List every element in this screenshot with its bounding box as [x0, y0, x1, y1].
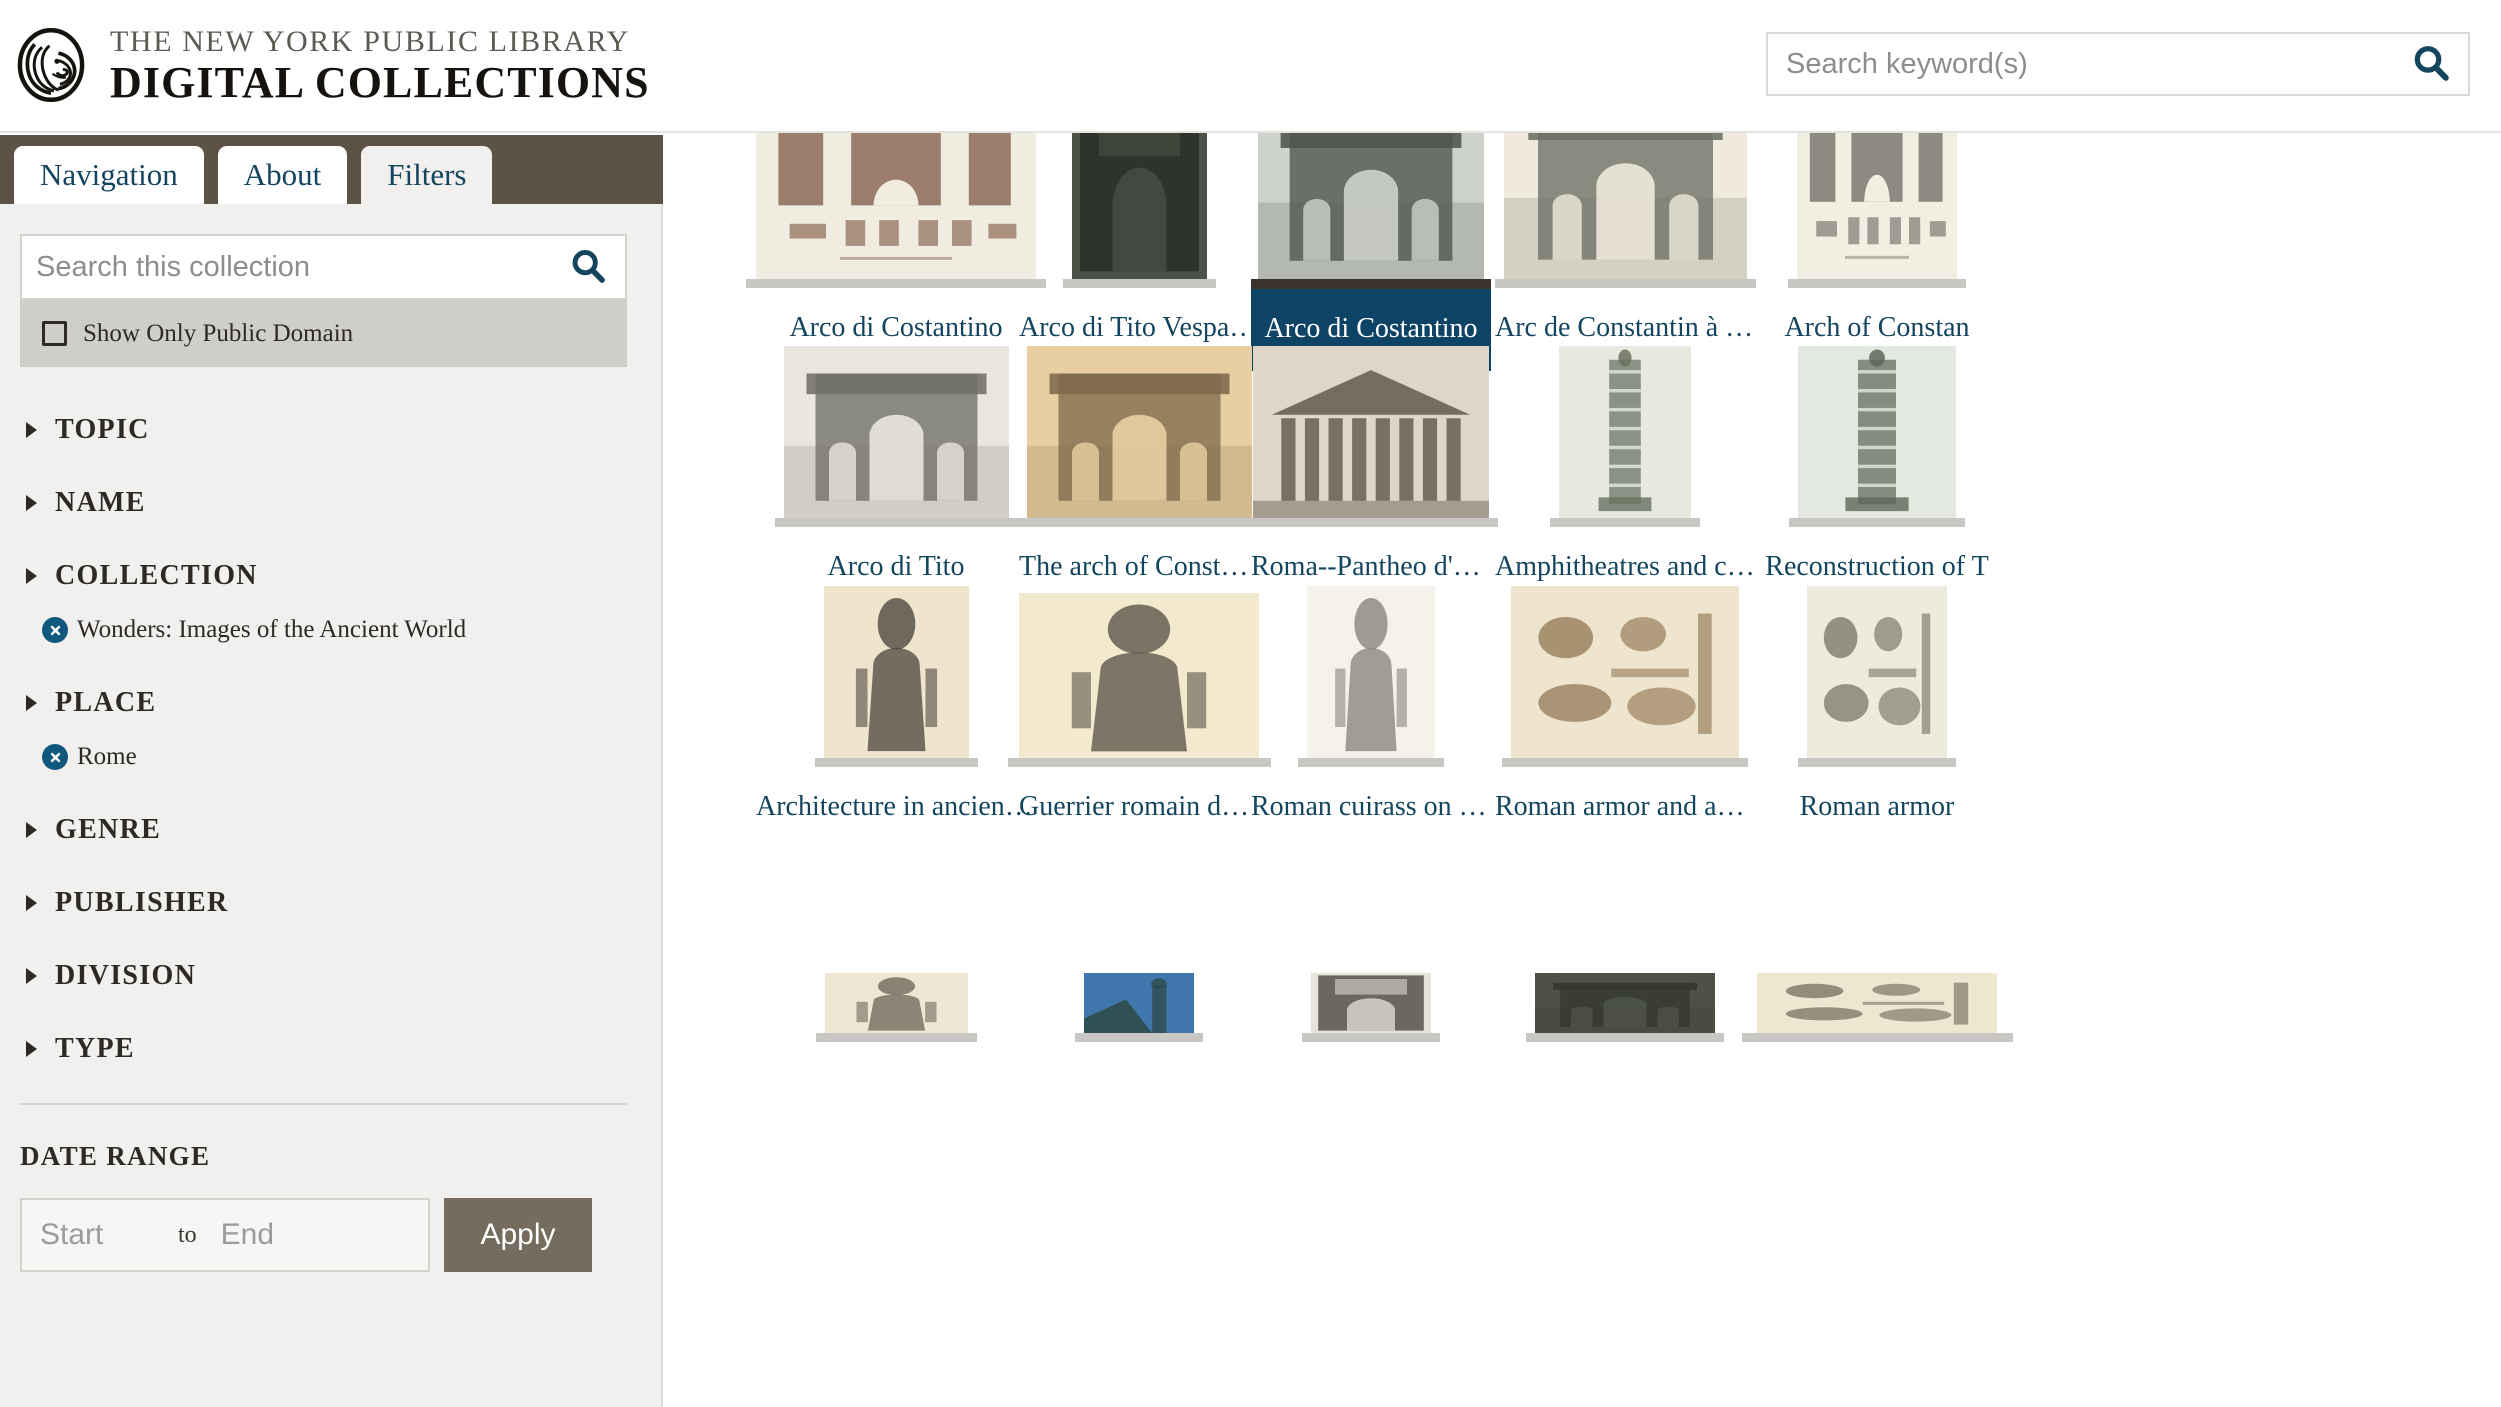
facet-type[interactable]: TYPE — [20, 1012, 627, 1085]
result-card[interactable] — [1019, 133, 1259, 1407]
checkbox-icon[interactable] — [42, 321, 67, 346]
date-range-title: DATE RANGE — [20, 1141, 211, 1171]
collection-search-button[interactable] — [551, 237, 625, 297]
sidebar-tabstrip: Navigation About Filters — [0, 135, 663, 204]
result-card[interactable] — [1741, 133, 2013, 1407]
brand-line-collections: DIGITAL COLLECTIONS — [110, 57, 650, 107]
date-end-input[interactable] — [202, 1218, 353, 1252]
facet-division-label: DIVISION — [55, 960, 197, 991]
brand-line-library: THE NEW YORK PUBLIC LIBRARY — [110, 25, 630, 59]
thumbnail-image[interactable] — [1495, 973, 1755, 1033]
applied-filter-place[interactable]: Rome — [20, 739, 627, 793]
search-icon — [570, 248, 606, 287]
result-card[interactable] — [1495, 133, 1755, 1407]
thumbnail-image[interactable] — [756, 973, 1036, 1033]
facet-place[interactable]: PLACE — [20, 666, 627, 739]
thumbnail-shelf — [815, 1033, 977, 1042]
facet-place-label: PLACE — [55, 687, 157, 718]
tab-filters[interactable]: Filters — [361, 146, 493, 204]
apply-date-range-button[interactable]: Apply — [444, 1198, 592, 1272]
facet-genre-label: GENRE — [55, 814, 162, 845]
facet-genre[interactable]: GENRE — [20, 793, 627, 866]
triangle-right-icon — [26, 422, 37, 438]
site-header: THE NEW YORK PUBLIC LIBRARY DIGITAL COLL… — [0, 0, 2501, 133]
thumbnail-shelf — [1075, 1033, 1203, 1042]
applied-filter-collection[interactable]: Wonders: Images of the Ancient World — [20, 612, 627, 666]
brand-logo-block[interactable]: THE NEW YORK PUBLIC LIBRARY DIGITAL COLL… — [14, 26, 650, 105]
triangle-right-icon — [26, 1041, 37, 1057]
facet-division[interactable]: DIVISION — [20, 939, 627, 1012]
triangle-right-icon — [26, 895, 37, 911]
search-input[interactable] — [1768, 47, 2394, 81]
triangle-right-icon — [26, 695, 37, 711]
applied-filter-place-label: Rome — [77, 743, 137, 770]
thumbnail-image[interactable] — [1251, 973, 1491, 1033]
remove-filter-icon[interactable] — [42, 744, 68, 770]
date-range-row: to Apply — [20, 1198, 661, 1272]
collection-search-input[interactable] — [22, 250, 551, 284]
triangle-right-icon — [26, 822, 37, 838]
date-start-input[interactable] — [22, 1218, 172, 1252]
public-domain-label: Show Only Public Domain — [83, 319, 354, 347]
thumbnail-shelf — [1526, 1033, 1724, 1042]
facet-topic[interactable]: TOPIC — [20, 393, 627, 466]
thumbnail-image[interactable] — [1019, 973, 1259, 1033]
facet-name-label: NAME — [55, 487, 146, 518]
tab-about[interactable]: About — [217, 146, 348, 204]
facet-collection-label: COLLECTION — [55, 560, 258, 591]
facet-publisher-label: PUBLISHER — [55, 887, 229, 918]
global-search-box[interactable] — [1766, 32, 2470, 96]
remove-filter-icon[interactable] — [42, 617, 68, 643]
thumbnail-shelf — [1302, 1033, 1440, 1042]
results-grid: Arco di CostantinoArco di Tito Vespasian… — [665, 133, 2501, 1407]
facet-collection[interactable]: COLLECTION — [20, 539, 627, 612]
filters-sidebar: Show Only Public Domain TOPIC NAME COLLE… — [0, 204, 663, 1407]
thumbnail-shelf — [1741, 1033, 2013, 1042]
sidebar-divider — [20, 1103, 627, 1105]
public-domain-filter-row[interactable]: Show Only Public Domain — [20, 300, 627, 367]
triangle-right-icon — [26, 495, 37, 511]
triangle-right-icon — [26, 968, 37, 984]
nypl-lion-icon — [14, 28, 88, 103]
facet-type-label: TYPE — [55, 1033, 135, 1064]
search-icon — [2412, 44, 2450, 85]
thumbnail-image[interactable] — [1757, 973, 1997, 1033]
applied-filter-collection-label: Wonders: Images of the Ancient World — [77, 616, 467, 643]
tab-navigation[interactable]: Navigation — [14, 146, 204, 204]
date-to-label: to — [178, 1221, 197, 1248]
result-card[interactable] — [756, 133, 1036, 1407]
search-submit-button[interactable] — [2394, 34, 2468, 94]
facet-name[interactable]: NAME — [20, 466, 627, 539]
facet-list: TOPIC NAME COLLECTION Wonders: Images of… — [20, 393, 627, 1085]
date-range-inputs[interactable]: to — [20, 1198, 430, 1272]
triangle-right-icon — [26, 568, 37, 584]
facet-topic-label: TOPIC — [55, 414, 150, 445]
facet-publisher[interactable]: PUBLISHER — [20, 866, 627, 939]
result-card[interactable] — [1251, 133, 1491, 1407]
collection-search-box[interactable] — [20, 234, 627, 300]
